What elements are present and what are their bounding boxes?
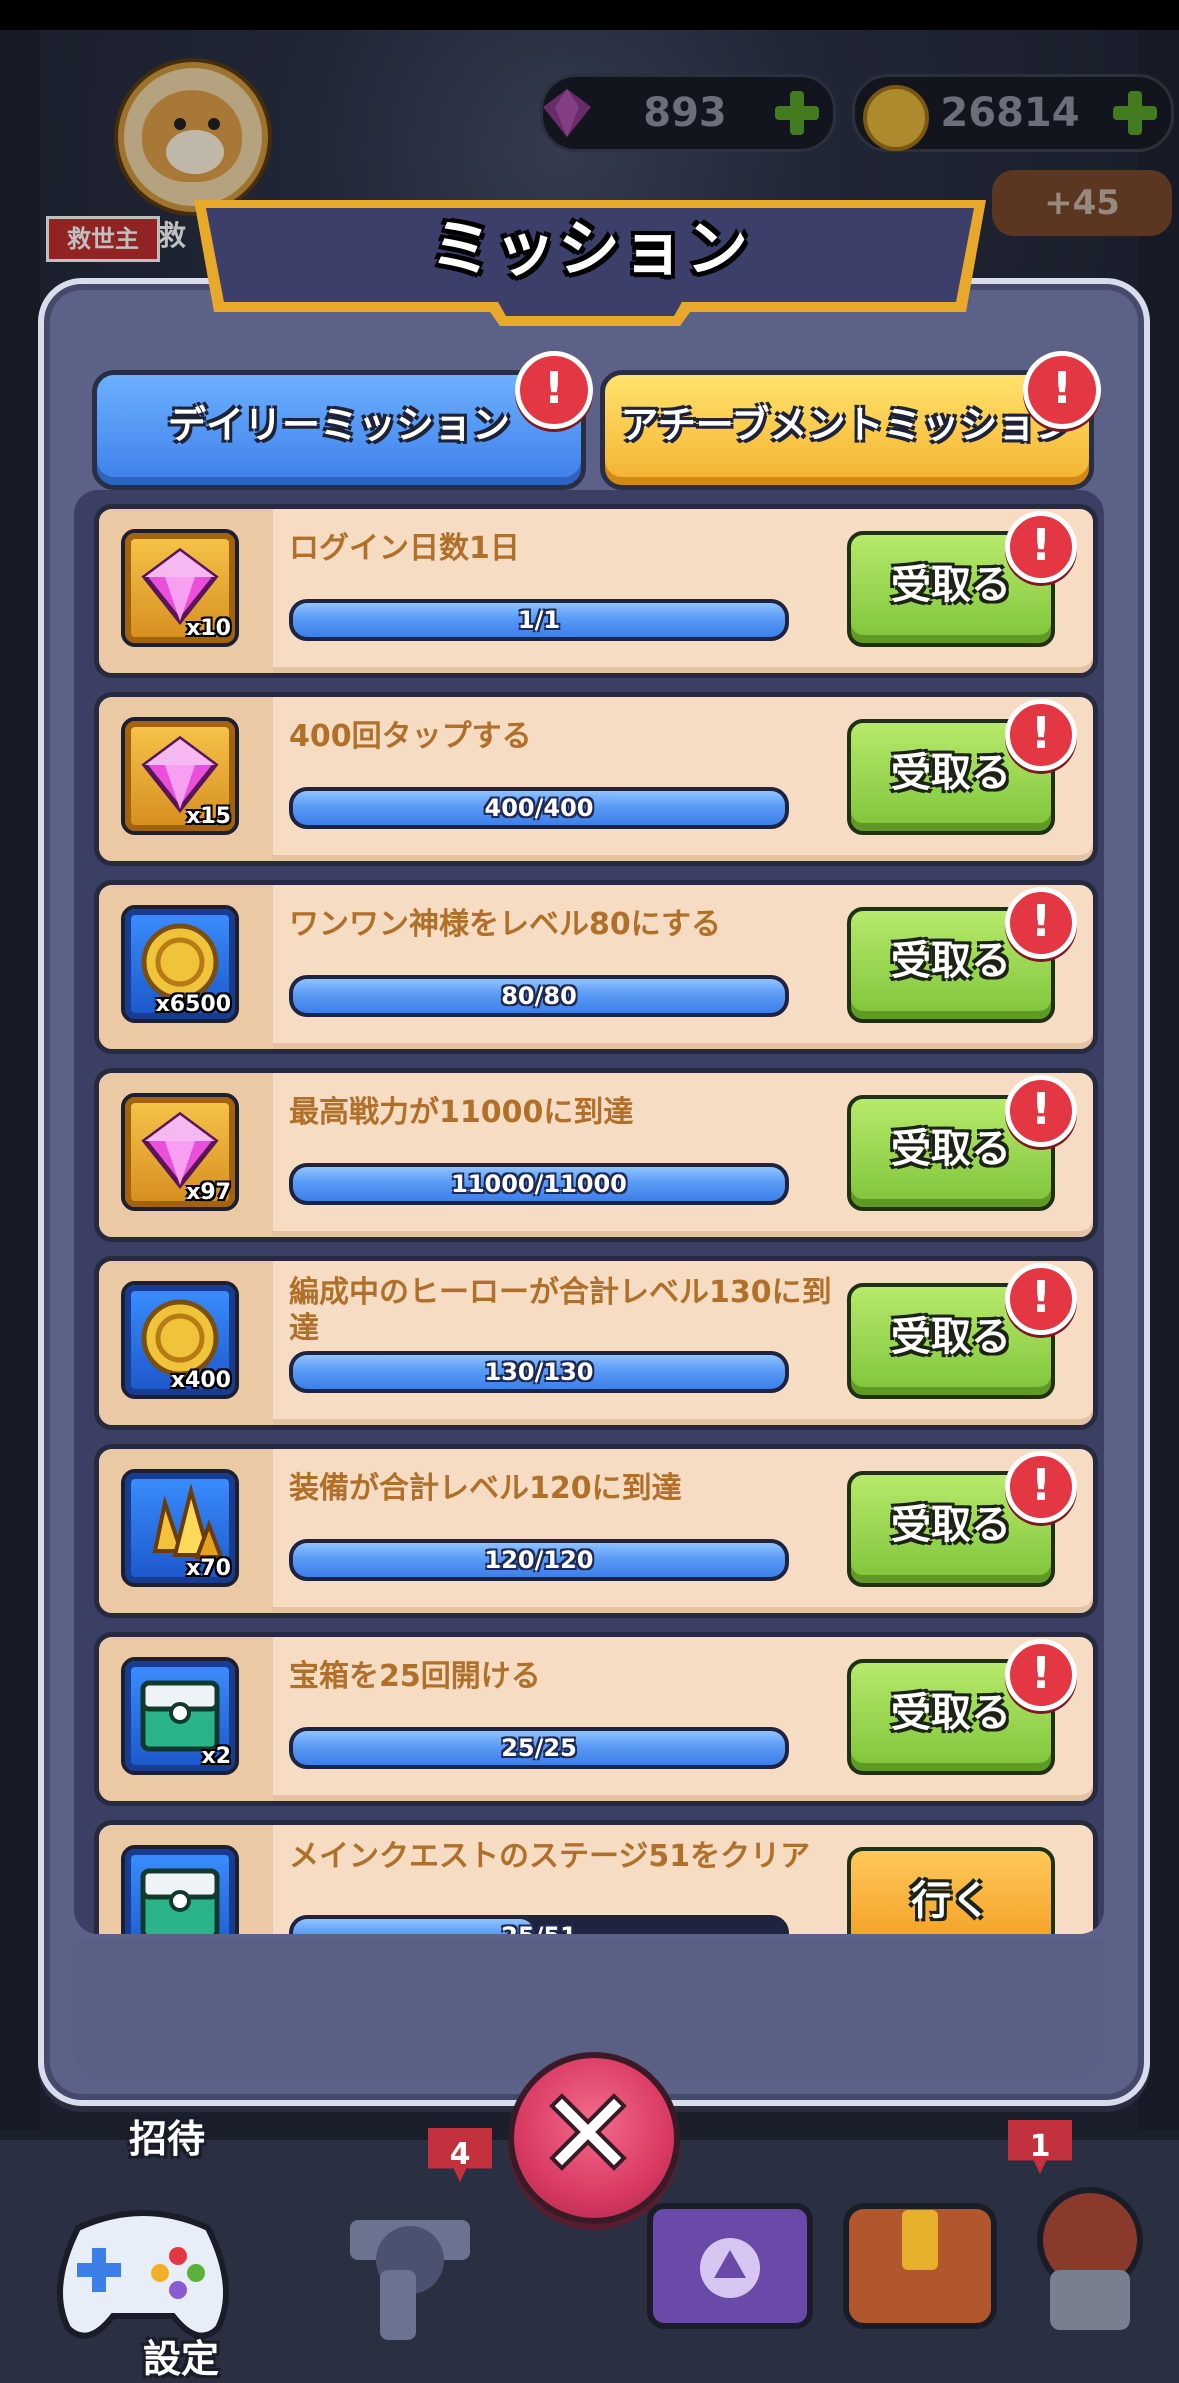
tab-daily-alert-icon: ! [515, 351, 593, 429]
mission-description: ワンワン神様をレベル80にする [289, 907, 722, 942]
button-label: 行く [911, 1878, 991, 1924]
mission-row: x2 宝箱を25回開ける 25/25 受取る! [94, 1632, 1098, 1806]
mission-row: x70 装備が合計レベル120に到達 120/120 受取る! [94, 1444, 1098, 1618]
dialog-title-ribbon: ミッション [176, 186, 1004, 326]
mission-progress-bar: 11000/11000 [289, 1163, 789, 1205]
tab-achievement-mission[interactable]: アチーブメントミッション ! [600, 351, 1101, 490]
mission-progress-bar: 130/130 [289, 1351, 789, 1393]
mission-progress-bar: 80/80 [289, 975, 789, 1017]
mission-progress-bar: 25/25 [289, 1727, 789, 1769]
progress-text: 400/400 [484, 794, 594, 822]
nav-slot-gun[interactable] [320, 2150, 500, 2370]
mission-row: x97 最高戦力が11000に到達 11000/11000 受取る! [94, 1068, 1098, 1242]
mission-list[interactable]: x10 ログイン日数1日 1/1 受取る! x15 400回タップする 400/400 受取る… [74, 490, 1104, 1934]
reward-quantity: x400 [170, 1368, 231, 1393]
dialog-title: ミッション [429, 212, 750, 285]
mission-description: 編成中のヒーローが合計レベル130に到達 [289, 1275, 832, 1346]
mission-description: 400回タップする [289, 719, 532, 754]
claim-button[interactable]: 受取る! [847, 1639, 1077, 1775]
settings-label[interactable]: 設定 [106, 2328, 256, 2383]
claim-button[interactable]: 受取る! [847, 1075, 1077, 1211]
nav-slot-backpack[interactable] [830, 2150, 1010, 2370]
claim-alert-icon: ! [1005, 511, 1077, 583]
reward-quantity: x97 [186, 1180, 231, 1205]
claim-alert-icon: ! [1005, 699, 1077, 771]
claim-alert-icon: ! [1005, 1451, 1077, 1523]
backpack-icon [843, 2203, 997, 2329]
progress-text: 120/120 [484, 1546, 594, 1574]
armored-hero-icon [1037, 2187, 1143, 2330]
mission-progress-bar: 1/1 [289, 599, 789, 641]
reward-quantity: x6500 [155, 992, 231, 1017]
claim-alert-icon: ! [1005, 1075, 1077, 1147]
close-icon [549, 2093, 627, 2171]
tab-daily-label: デイリーミッション [167, 403, 510, 447]
mission-row: x6500 ワンワン神様をレベル80にする 80/80 受取る! [94, 880, 1098, 1054]
reward-tile: x2 [121, 1657, 239, 1775]
claim-alert-icon: ! [1005, 1639, 1077, 1711]
tab-achievement-alert-icon: ! [1023, 351, 1101, 429]
mission-row: x400 編成中のヒーローが合計レベル130に到達 130/130 受取る! [94, 1256, 1098, 1430]
invite-label[interactable]: 招待 [92, 2108, 242, 2163]
progress-text: 130/130 [484, 1358, 594, 1386]
mission-row: x15 400回タップする 400/400 受取る! [94, 692, 1098, 866]
mission-description: 装備が合計レベル120に到達 [289, 1471, 682, 1506]
reward-quantity: x70 [186, 1556, 231, 1581]
reward-quantity: x15 [186, 804, 231, 829]
claim-alert-icon: ! [1005, 887, 1077, 959]
mission-row: x10 ログイン日数1日 1/1 受取る! [94, 504, 1098, 678]
claim-button[interactable]: 受取る! [847, 887, 1077, 1023]
mission-progress-bar: 25/51 [289, 1915, 789, 1934]
mission-progress-bar: 400/400 [289, 787, 789, 829]
mission-description: ログイン日数1日 [289, 531, 520, 566]
nav-slot-hero[interactable] [1000, 2150, 1179, 2370]
close-button[interactable] [508, 2052, 680, 2224]
reward-tile: x97 [121, 1093, 239, 1211]
claim-alert-icon: ! [1005, 1263, 1077, 1335]
reward-tile: x15 [121, 717, 239, 835]
mission-row: メインクエストのステージ51をクリア 25/51 行く [94, 1820, 1098, 1934]
mission-progress-bar: 120/120 [289, 1539, 789, 1581]
mission-description: メインクエストのステージ51をクリア [289, 1839, 811, 1874]
claim-button[interactable]: 受取る! [847, 699, 1077, 835]
go-button[interactable]: 行く [847, 1847, 1055, 1934]
claim-button[interactable]: 受取る! [847, 511, 1077, 647]
mission-description: 最高戦力が11000に到達 [289, 1095, 634, 1130]
gamepad-icon[interactable] [48, 2198, 238, 2348]
progress-text: 1/1 [517, 606, 561, 634]
reward-tile [121, 1845, 239, 1934]
progress-text: 25/51 [293, 1919, 785, 1934]
mission-description: 宝箱を25回開ける [289, 1659, 541, 1694]
revolver-icon [350, 2220, 470, 2340]
progress-text: 80/80 [501, 982, 577, 1010]
claim-button[interactable]: 受取る! [847, 1263, 1077, 1399]
reward-tile: x6500 [121, 905, 239, 1023]
reward-tile: x400 [121, 1281, 239, 1399]
reward-tile: x70 [121, 1469, 239, 1587]
status-bar [0, 0, 1179, 30]
claim-button[interactable]: 受取る! [847, 1451, 1077, 1587]
reward-quantity: x10 [186, 616, 231, 641]
progress-text: 11000/11000 [451, 1170, 627, 1198]
progress-text: 25/25 [501, 1734, 577, 1762]
reward-quantity: x2 [201, 1744, 232, 1769]
reward-tile: x10 [121, 529, 239, 647]
tab-daily-mission[interactable]: デイリーミッション ! [92, 351, 593, 490]
tab-achievement-label: アチーブメントミッション [620, 403, 1074, 447]
